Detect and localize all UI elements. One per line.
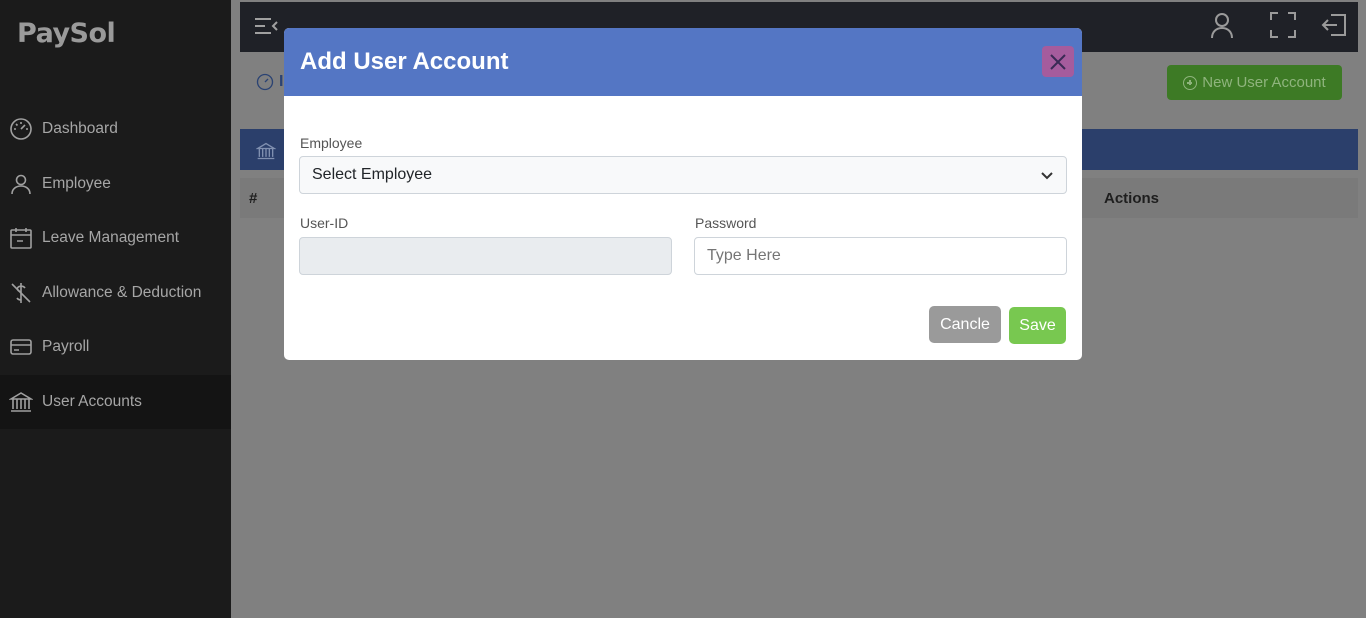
userid-field[interactable] [299, 237, 672, 275]
fullscreen-icon[interactable] [1268, 10, 1298, 40]
menu-toggle-icon[interactable] [253, 14, 279, 38]
credit-card-icon [9, 335, 33, 359]
modal-header: Add User Account [284, 28, 1082, 96]
close-button[interactable] [1042, 46, 1074, 77]
bank-icon [9, 390, 33, 414]
column-header-number: # [249, 190, 258, 207]
add-user-account-modal: Add User Account Employee Select Employe… [284, 28, 1082, 360]
sidebar-item-allowance-deduction[interactable]: Allowance & Deduction [0, 266, 231, 321]
sidebar-nav: Dashboard Employee Leave Management Allo… [0, 102, 231, 429]
employee-select[interactable]: Select Employee [299, 156, 1067, 194]
gauge-icon [9, 117, 33, 141]
dashboard-breadcrumb-icon [256, 73, 276, 93]
employee-label: Employee [300, 135, 363, 151]
new-user-account-button[interactable]: New User Account [1167, 65, 1342, 100]
calendar-icon [9, 226, 33, 250]
employee-select-value: Select Employee [312, 166, 433, 183]
profile-icon[interactable] [1207, 10, 1237, 40]
new-user-account-label: New User Account [1202, 74, 1326, 91]
sidebar-item-leave-management[interactable]: Leave Management [0, 211, 231, 266]
sidebar: PaySol Dashboard Employee Leave Manageme… [0, 0, 231, 618]
bank-icon [255, 141, 277, 166]
sidebar-item-user-accounts[interactable]: User Accounts [0, 374, 231, 429]
plus-circle-icon [1183, 75, 1198, 90]
sidebar-item-label: Dashboard [42, 120, 118, 138]
chevron-down-icon [1040, 169, 1054, 183]
password-field[interactable] [694, 237, 1067, 275]
dollar-slash-icon [9, 281, 33, 305]
column-header-actions: Actions [1104, 190, 1160, 207]
userid-label: User-ID [300, 215, 349, 231]
logout-icon[interactable] [1319, 10, 1349, 40]
sidebar-item-label: Leave Management [42, 229, 180, 247]
sidebar-item-employee[interactable]: Employee [0, 157, 231, 212]
brand-logo: PaySol [17, 18, 116, 49]
sidebar-item-label: User Accounts [42, 392, 142, 410]
sidebar-item-payroll[interactable]: Payroll [0, 320, 231, 375]
sidebar-item-dashboard[interactable]: Dashboard [0, 102, 231, 157]
user-icon [9, 172, 33, 196]
sidebar-item-label: Employee [42, 174, 111, 192]
breadcrumb[interactable]: I [279, 73, 283, 91]
password-label: Password [695, 215, 757, 231]
close-icon [1050, 53, 1066, 70]
sidebar-item-label: Allowance & Deduction [42, 283, 202, 301]
modal-title: Add User Account [300, 48, 509, 75]
sidebar-item-label: Payroll [42, 338, 90, 356]
save-button[interactable]: Save [1009, 307, 1066, 344]
cancel-button[interactable]: Cancle [929, 306, 1001, 343]
